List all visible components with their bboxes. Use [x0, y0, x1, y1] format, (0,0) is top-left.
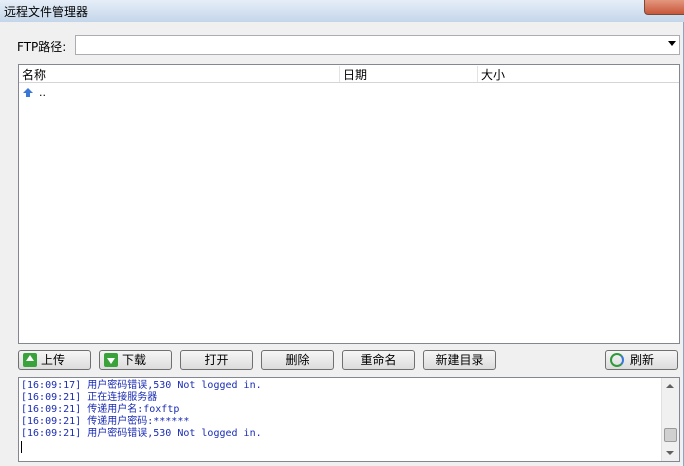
upload-button[interactable]: 上传: [18, 350, 91, 370]
delete-label: 删除: [285, 353, 310, 367]
list-item-name: ..: [39, 86, 46, 99]
rename-button[interactable]: 重命名: [342, 350, 415, 370]
file-list[interactable]: 名称 日期 大小 ..: [18, 64, 680, 344]
column-header-date[interactable]: 日期: [339, 66, 477, 82]
rename-label: 重命名: [360, 353, 397, 367]
log-line: [16:09:21] 传递用户名:foxftp: [21, 404, 180, 415]
list-header: 名称 日期 大小: [19, 65, 679, 83]
log-output[interactable]: [16:09:17] 用户密码错误,530 Not logged in. [16…: [18, 377, 680, 462]
ftp-path-combobox[interactable]: [75, 35, 680, 55]
title-bar[interactable]: 远程文件管理器: [0, 0, 684, 22]
log-line: [16:09:17] 用户密码错误,530 Not logged in.: [21, 380, 262, 391]
log-scrollbar[interactable]: [661, 378, 679, 461]
new-folder-label: 新建目录: [435, 353, 484, 367]
download-button[interactable]: 下载: [99, 350, 172, 370]
text-caret: [21, 441, 22, 453]
remote-file-manager-window: 远程文件管理器 FTP路径: 名称 日期 大小 .. 上传 下载 打开 删除 重…: [0, 0, 684, 466]
download-icon: [104, 353, 118, 367]
ftp-path-label: FTP路径:: [17, 40, 67, 54]
column-header-size[interactable]: 大小: [477, 66, 677, 82]
open-button[interactable]: 打开: [180, 350, 253, 370]
refresh-button[interactable]: 刷新: [605, 350, 678, 370]
column-header-name[interactable]: 名称: [19, 66, 339, 82]
chevron-down-icon[interactable]: [668, 41, 676, 46]
upload-icon: [23, 353, 37, 367]
download-label: 下载: [122, 353, 147, 367]
log-line: [16:09:21] 正在连接服务器: [21, 392, 158, 403]
window-title: 远程文件管理器: [4, 5, 89, 19]
up-folder-icon: [23, 88, 33, 97]
scroll-up-icon[interactable]: [666, 384, 674, 388]
refresh-icon: [610, 353, 624, 367]
new-folder-button[interactable]: 新建目录: [423, 350, 496, 370]
upload-label: 上传: [41, 353, 66, 367]
log-line: [16:09:21] 用户密码错误,530 Not logged in.: [21, 428, 262, 439]
scroll-down-icon[interactable]: [666, 451, 674, 455]
log-lines: [16:09:17] 用户密码错误,530 Not logged in. [16…: [21, 380, 262, 440]
scrollbar-thumb[interactable]: [664, 428, 677, 442]
client-area: FTP路径: 名称 日期 大小 .. 上传 下载 打开 删除 重命名 新建目录 …: [4, 22, 680, 462]
refresh-label: 刷新: [630, 353, 655, 367]
close-button[interactable]: [644, 0, 684, 15]
log-line: [16:09:21] 传递用户密码:******: [21, 416, 190, 427]
open-label: 打开: [204, 353, 229, 367]
delete-button[interactable]: 删除: [261, 350, 334, 370]
